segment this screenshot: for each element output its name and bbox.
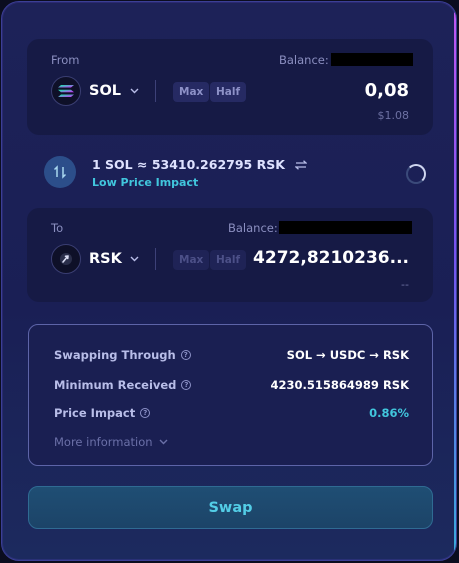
price-impact-row: Price Impact ? 0.86%	[54, 406, 409, 422]
swapping-through-value: SOL → USDC → RSK	[286, 348, 409, 362]
from-half-button[interactable]: Half	[210, 82, 247, 102]
price-impact-label-text: Price Impact	[54, 406, 136, 420]
to-max-button[interactable]: Max	[173, 250, 210, 270]
minimum-received-label-text: Minimum Received	[54, 378, 177, 392]
to-token-selector[interactable]: RSK	[51, 244, 140, 274]
more-information-label: More information	[54, 435, 153, 449]
to-panel: To Balance: RSK Max Half 4272,8210236...…	[27, 208, 433, 302]
to-label: To	[51, 221, 64, 235]
price-impact-label: Price Impact ?	[54, 406, 151, 420]
swapping-through-label: Swapping Through ?	[54, 348, 191, 362]
swap-rate-icon[interactable]	[294, 158, 309, 173]
swapping-through-row: Swapping Through ? SOL → USDC → RSK	[54, 348, 409, 364]
to-balance-label: Balance:	[228, 221, 278, 235]
more-information-toggle[interactable]: More information	[54, 435, 168, 449]
from-balance-label: Balance:	[279, 53, 329, 67]
to-usd-value: --	[401, 278, 409, 291]
from-amount-input[interactable]: 0,08	[365, 80, 409, 101]
to-balance-redacted	[279, 221, 412, 234]
from-max-button[interactable]: Max	[173, 82, 210, 102]
exchange-rate-text: 1 SOL ≈ 53410.262795 RSK	[92, 157, 285, 172]
to-divider	[155, 248, 156, 270]
info-icon[interactable]: ?	[180, 350, 191, 360]
solana-icon	[51, 76, 81, 106]
to-token-name: RSK	[89, 251, 122, 267]
chevron-down-icon	[159, 439, 168, 445]
swapping-through-label-text: Swapping Through	[54, 348, 176, 362]
to-amount-output: 4272,8210236...	[253, 248, 409, 268]
chevron-down-icon	[129, 86, 139, 96]
rsk-icon	[51, 244, 81, 274]
from-usd-value: $1.08	[377, 109, 410, 122]
rate-row: 1 SOL ≈ 53410.262795 RSK Low Price Impac…	[44, 156, 426, 190]
from-panel: From Balance: SOL Max Half 0,08 $1.08	[27, 39, 433, 135]
from-label: From	[51, 53, 80, 67]
to-half-button[interactable]: Half	[210, 250, 247, 270]
price-impact-value: 0.86%	[369, 406, 409, 420]
swap-arrows-icon	[53, 165, 67, 179]
info-icon[interactable]: ?	[140, 408, 151, 418]
minimum-received-value: 4230.515864989 RSK	[270, 378, 409, 392]
minimum-received-label: Minimum Received ?	[54, 378, 192, 392]
info-icon[interactable]: ?	[181, 380, 192, 390]
from-balance-redacted	[331, 53, 413, 66]
swap-button[interactable]: Swap	[28, 486, 433, 529]
minimum-received-row: Minimum Received ? 4230.515864989 RSK	[54, 378, 409, 394]
exchange-rate: 1 SOL ≈ 53410.262795 RSK	[92, 157, 309, 173]
from-divider	[155, 80, 156, 102]
swap-details-panel: Swapping Through ? SOL → USDC → RSK Mini…	[28, 324, 433, 466]
price-impact-status: Low Price Impact	[92, 176, 199, 189]
chevron-down-icon	[130, 254, 140, 264]
from-token-selector[interactable]: SOL	[51, 76, 139, 106]
swap-card: From Balance: SOL Max Half 0,08 $1.08 1 …	[1, 1, 457, 561]
swap-direction-button[interactable]	[44, 156, 76, 188]
from-token-name: SOL	[89, 83, 122, 99]
refresh-spinner-icon[interactable]	[406, 164, 426, 184]
